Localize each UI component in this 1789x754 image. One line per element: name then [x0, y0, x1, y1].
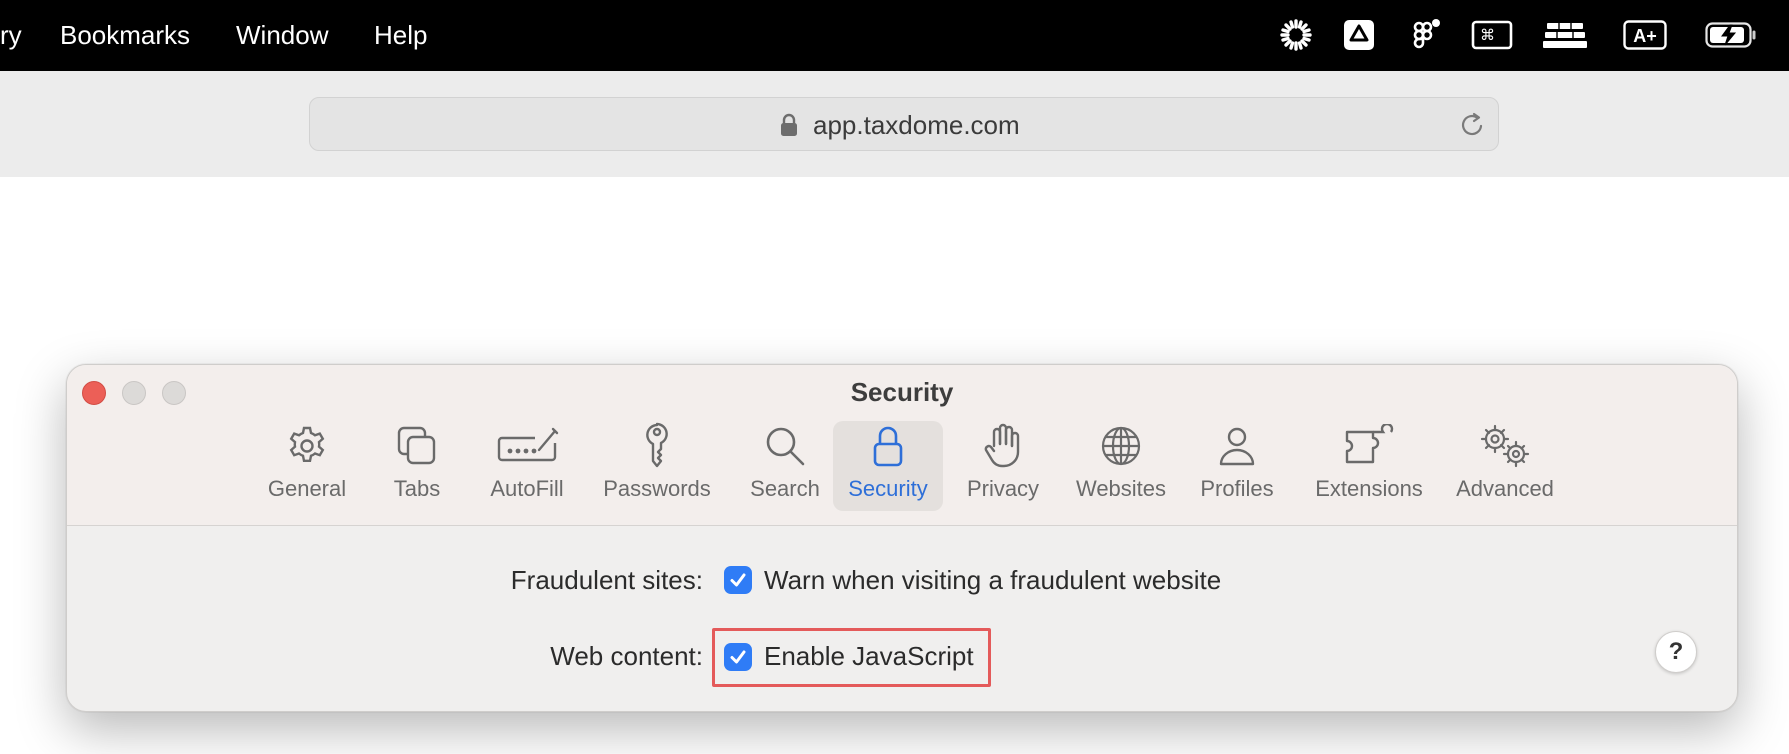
tab-security[interactable]: Security: [833, 421, 943, 511]
tab-label: AutoFill: [490, 476, 564, 501]
hand-icon: [984, 421, 1022, 471]
tab-tabs[interactable]: Tabs: [377, 421, 457, 511]
window-title: Security: [850, 377, 954, 407]
tab-label: Websites: [1075, 476, 1167, 501]
text-size-label: A+: [1633, 26, 1657, 46]
loading-sun-icon[interactable]: [1278, 18, 1314, 52]
tab-extensions[interactable]: Extensions: [1299, 421, 1439, 511]
tab-label: Tabs: [393, 476, 441, 501]
address-url: app.taxdome.com: [813, 110, 1020, 140]
text-size-icon[interactable]: A+: [1623, 18, 1667, 52]
tab-passwords[interactable]: Passwords: [587, 421, 727, 511]
fraudulent-sites-label: Fraudulent sites:: [510, 565, 703, 595]
lock-icon: [871, 421, 905, 471]
command-key-icon[interactable]: ⌘: [1471, 18, 1513, 52]
tab-privacy[interactable]: Privacy: [953, 421, 1053, 511]
settings-toolbar: Security General Tabs AutoFill Passwords…: [67, 365, 1737, 526]
keyboard-stack-icon[interactable]: [1543, 18, 1587, 52]
magnifier-icon: [763, 421, 807, 471]
menu-history[interactable]: ry: [0, 17, 22, 53]
person-icon: [1217, 421, 1257, 471]
autofill-pen-icon: [495, 421, 559, 471]
gear-icon: [285, 421, 329, 471]
battery-charging-icon[interactable]: [1705, 18, 1757, 52]
menu-help[interactable]: Help: [374, 17, 427, 53]
address-bar[interactable]: app.taxdome.com: [309, 97, 1499, 151]
menu-window[interactable]: Window: [236, 17, 328, 53]
tab-label: Privacy: [966, 476, 1040, 501]
tab-label: Profiles: [1200, 476, 1274, 501]
lock-icon: [780, 113, 798, 142]
tab-autofill[interactable]: AutoFill: [477, 421, 577, 511]
key-icon: [642, 421, 672, 471]
help-button[interactable]: ?: [1655, 631, 1697, 673]
tab-label: Advanced: [1456, 476, 1554, 501]
tab-label: Security: [848, 476, 928, 501]
svg-text:⌘: ⌘: [1480, 26, 1495, 44]
tab-label: General: [267, 476, 347, 501]
tab-label: Passwords: [603, 476, 711, 501]
browser-toolbar: app.taxdome.com: [0, 71, 1789, 177]
tab-general[interactable]: General: [257, 421, 357, 511]
menu-bookmarks[interactable]: Bookmarks: [60, 17, 190, 53]
menu-bar: ry Bookmarks Window Help ⌘ A+: [0, 0, 1789, 71]
tab-advanced[interactable]: Advanced: [1440, 421, 1570, 511]
fraudulent-warning-text[interactable]: Warn when visiting a fraudulent website: [764, 563, 1221, 597]
gears-icon: [1477, 421, 1533, 471]
globe-icon: [1099, 421, 1143, 471]
tab-profiles[interactable]: Profiles: [1187, 421, 1287, 511]
annotation-highlight: [712, 628, 991, 687]
fraudulent-warning-checkbox[interactable]: [724, 566, 752, 594]
google-drive-icon[interactable]: [1343, 18, 1375, 52]
tab-websites[interactable]: Websites: [1065, 421, 1177, 511]
settings-window: Security General Tabs AutoFill Passwords…: [66, 364, 1738, 712]
checkmark-icon: [730, 573, 746, 587]
tab-label: Search: [750, 476, 820, 501]
tabs-icon: [395, 421, 439, 471]
puzzle-icon: [1343, 421, 1395, 471]
tab-search[interactable]: Search: [735, 421, 835, 511]
web-content-label: Web content:: [550, 641, 703, 671]
tab-label: Extensions: [1315, 476, 1423, 501]
figma-icon[interactable]: [1410, 18, 1442, 52]
reload-icon[interactable]: [1460, 111, 1486, 144]
